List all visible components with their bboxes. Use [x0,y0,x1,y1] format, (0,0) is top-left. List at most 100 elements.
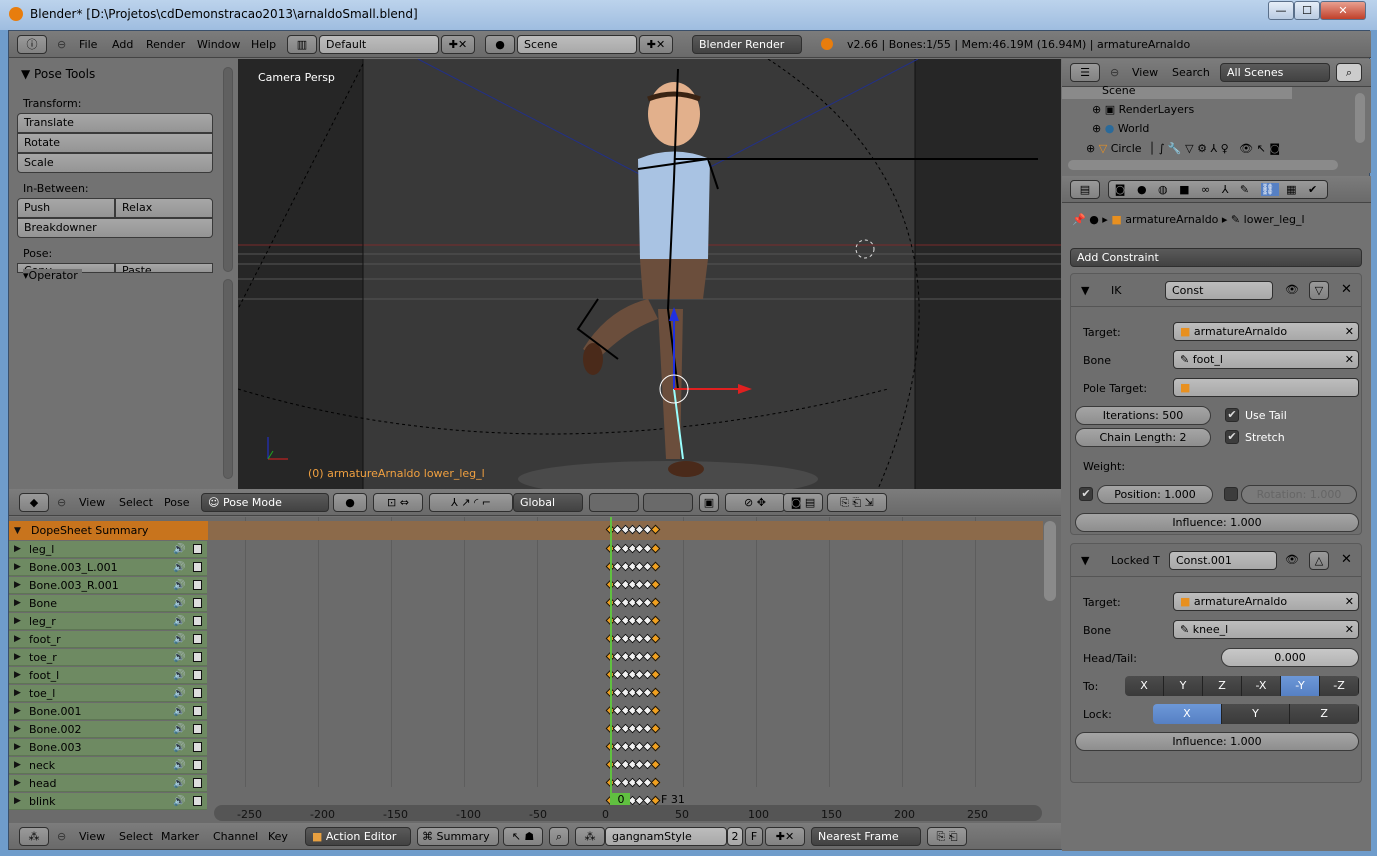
menu-marker[interactable]: Marker [161,830,199,843]
to-option[interactable]: X [1125,676,1164,696]
lock-option[interactable]: Y [1221,704,1291,724]
locked-bone-field[interactable]: ✎ knee_l ✕ [1173,620,1359,639]
keyframe[interactable] [650,687,661,698]
menu-key[interactable]: Key [268,830,288,843]
menu-render[interactable]: Render [146,38,185,51]
keyframe[interactable] [650,633,661,644]
to-option[interactable]: Y [1164,676,1203,696]
snap-icons[interactable]: ⊘ ✥ [725,493,785,512]
operator-panel-title[interactable]: ▾Operator [23,269,82,282]
render-engine-select[interactable]: Blender Render [692,35,802,54]
summary-toggle[interactable]: ⌘ Summary [417,827,499,846]
menu-view[interactable]: View [79,496,105,509]
menu-select[interactable]: Select [119,830,153,843]
relax-button[interactable]: Relax [115,198,213,218]
collapse-menu-icon[interactable]: ⊖ [57,496,66,509]
manipulator-icons[interactable]: ⅄ ↗ ◜ ⌐ [429,493,513,512]
ik-target-field[interactable]: ■ armatureArnaldo ✕ [1173,322,1359,341]
menu-view[interactable]: View [1132,66,1158,79]
display-mode-select[interactable]: All Scenes [1220,63,1330,82]
paste-pose-button[interactable]: Paste [115,263,213,273]
3d-viewport[interactable]: Camera Persp (0) armatureArnaldo lower_l… [238,59,1061,489]
breakdowner-button[interactable]: Breakdowner [17,218,213,238]
scene-add-remove[interactable]: ✚✕ [639,35,673,54]
visibility-eye-icon[interactable]: 👁 [1285,283,1299,296]
only-selected-icons[interactable]: ↖ ☗ [503,827,543,846]
push-button[interactable]: Push [17,198,115,218]
collapse-arrow-icon[interactable]: ▼ [1081,284,1089,297]
collapse-arrow-icon[interactable]: ▼ [1081,554,1089,567]
collapse-menu-icon[interactable]: ⊖ [57,830,66,843]
position-weight-checkbox[interactable]: ✔ [1079,487,1093,501]
rotate-button[interactable]: Rotate [17,133,213,153]
stretch-checkbox[interactable]: ✔ [1225,430,1239,444]
action-add-remove[interactable]: ✚✕ [765,827,805,846]
action-browse-icon[interactable]: ⁂ [575,827,605,846]
delete-constraint-icon[interactable]: ✕ [1341,552,1352,567]
translate-button[interactable]: Translate [17,113,213,133]
layers-grid-2[interactable] [643,493,693,512]
layout-field[interactable]: Default [319,35,439,54]
keyframe[interactable] [650,651,661,662]
render-icons[interactable]: ◙ ▤ [783,493,823,512]
menu-pose[interactable]: Pose [164,496,189,509]
pole-target-field[interactable]: ■ [1173,378,1359,397]
editor-type-dopesheet-icon[interactable]: ⁂ [19,827,49,846]
keyframe[interactable] [650,579,661,590]
orientation-select[interactable]: Global [513,493,583,512]
search-icon[interactable]: ⌕ [1336,63,1362,82]
menu-select[interactable]: Select [119,496,153,509]
minimize-button[interactable]: — [1268,1,1294,20]
collapse-menu-icon[interactable]: ⊖ [57,38,66,51]
viewport-shading-icon[interactable]: ● [333,493,367,512]
editor-type-outliner-icon[interactable]: ☰ [1070,63,1100,82]
keyframe[interactable] [650,597,661,608]
copy-paste-keys-icons[interactable]: ⎘ ⎗ [927,827,967,846]
menu-file[interactable]: File [79,38,97,51]
locked-target-field[interactable]: ■ armatureArnaldo ✕ [1173,592,1359,611]
layers-grid-1[interactable] [589,493,639,512]
locked-influence-slider[interactable]: Influence: 1.000 [1075,732,1359,751]
maximize-button[interactable]: ☐ [1294,1,1320,20]
delete-constraint-icon[interactable]: ✕ [1341,282,1352,297]
layout-add-remove[interactable]: ✚✕ [441,35,475,54]
iterations-field[interactable]: Iterations: 500 [1075,406,1211,425]
headtail-slider[interactable]: 0.000 [1221,648,1359,667]
menu-add[interactable]: Add [112,38,133,51]
keyframe[interactable] [650,543,661,554]
keyframe[interactable] [650,524,661,535]
ik-influence-slider[interactable]: Influence: 1.000 [1075,513,1359,532]
use-tail-checkbox[interactable]: ✔ [1225,408,1239,422]
editor-type-properties-icon[interactable]: ▤ [1070,180,1100,199]
frame-ruler[interactable]: -250 -200 -150 -100 -50 0 50 100 150 200 250 [214,805,1042,821]
move-down-icon[interactable]: ▽ [1309,281,1329,300]
pivot-point-icon[interactable]: ⊡ ⇔ [373,493,423,512]
move-up-icon[interactable]: △ [1309,551,1329,570]
locked-name-field[interactable]: Const.001 [1169,551,1277,570]
snap-mode-select[interactable]: Nearest Frame [811,827,921,846]
keyframe[interactable] [650,741,661,752]
lock-layers-icon[interactable]: ▣ [699,493,719,512]
outliner-item-world[interactable]: ⊕ ● World [1092,120,1149,138]
keyframe[interactable] [650,795,661,806]
tool-shelf-scrollbar[interactable] [223,67,233,272]
mode-select[interactable]: ☺ Pose Mode [201,493,329,512]
scale-button[interactable]: Scale [17,153,213,173]
position-weight-field[interactable]: Position: 1.000 [1097,485,1213,504]
to-option[interactable]: -Y [1281,676,1320,696]
rotation-weight-checkbox[interactable] [1224,487,1238,501]
keyframe[interactable] [650,669,661,680]
keyframe[interactable] [650,723,661,734]
playhead[interactable] [610,517,612,807]
keyframe[interactable] [650,561,661,572]
pose-tools-title[interactable]: ▼ Pose Tools [21,67,95,81]
action-name-field[interactable]: gangnamStyle [605,827,727,846]
editor-type-3dview-icon[interactable]: ◆ [19,493,49,512]
context-tabs[interactable]: ◙ ● ◍ ■ ∞ ⅄ ✎ ⛓ ▦ ✔ [1108,180,1328,199]
outliner-item-scene[interactable]: Scene [1062,84,1292,99]
scene-field[interactable]: Scene [517,35,637,54]
keyframe[interactable] [650,615,661,626]
menu-help[interactable]: Help [251,38,276,51]
action-users-count[interactable]: 2 [727,827,743,846]
outliner-item-renderlayers[interactable]: ⊕ ▣ RenderLayers [1092,101,1194,119]
